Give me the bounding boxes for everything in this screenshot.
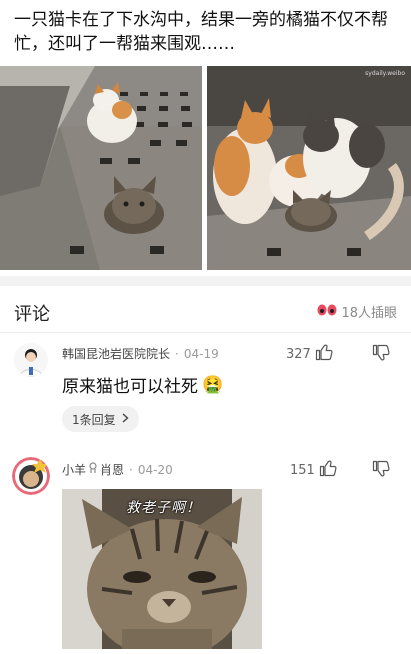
divider	[0, 332, 411, 333]
like-count: 151	[290, 462, 315, 478]
section-separator	[0, 276, 411, 286]
image-watermark: sydaily.weibo	[365, 70, 405, 77]
post-text: 一只猫卡在了下水沟中，结果一旁的橘猫不仅不帮忙，还叫了一帮猫来围观……	[14, 10, 388, 54]
comment-username[interactable]: 韩国昆池岩医院院长 · 04-19	[62, 345, 219, 362]
view-replies-button[interactable]: 1条回复	[62, 406, 139, 432]
sticker-caption: 救老子啊！	[126, 500, 201, 516]
chevron-right-icon	[122, 412, 129, 426]
nauseated-emoji-icon: 🤮	[202, 374, 224, 395]
comment-date: 04-20	[137, 462, 173, 477]
sheep-icon	[88, 462, 98, 477]
thumbs-down-icon[interactable]	[372, 460, 390, 482]
thumbs-up-icon	[319, 459, 337, 481]
comment-date: 04-19	[183, 346, 219, 361]
avatar[interactable]	[14, 343, 48, 377]
like-button[interactable]: 151	[290, 459, 337, 481]
avatar[interactable]	[12, 457, 50, 495]
comment-text: 原来猫也可以社死 🤮	[62, 374, 224, 398]
thumbs-up-icon	[315, 343, 333, 365]
views-label: 18人插眼	[341, 306, 397, 321]
post-image-right[interactable]: sydaily.weibo	[207, 66, 411, 270]
thumbs-down-icon[interactable]	[372, 344, 390, 366]
like-count: 327	[286, 346, 311, 362]
eyes-icon	[317, 304, 337, 320]
comment-sticker-image[interactable]: 救老子啊！	[62, 489, 262, 649]
like-button[interactable]: 327	[286, 343, 333, 365]
views-counter[interactable]: 18人插眼	[317, 302, 397, 321]
comment-username[interactable]: 小羊 肖恩 · 04-20	[62, 461, 173, 478]
comments-title: 评论	[14, 304, 50, 325]
post-image-left[interactable]	[0, 66, 202, 270]
